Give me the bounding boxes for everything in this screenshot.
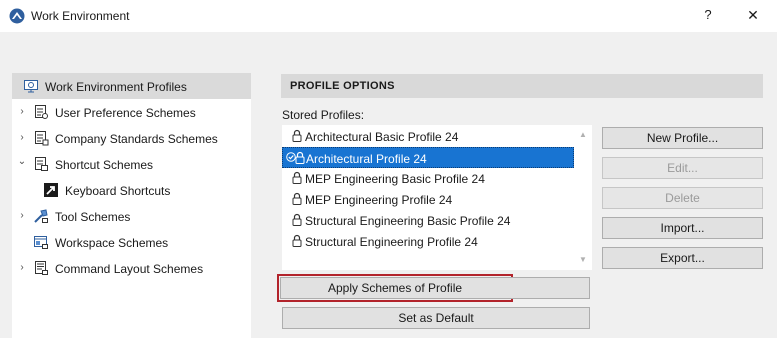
profile-name: Architectural Profile 24: [306, 152, 427, 166]
stored-profiles-label: Stored Profiles:: [282, 108, 365, 122]
chevron-right-icon[interactable]: ›: [17, 262, 27, 274]
profile-item[interactable]: Architectural Basic Profile 24: [282, 126, 574, 147]
tree-item-tool-schemes[interactable]: › Tool Schemes: [12, 203, 251, 229]
workspace-schemes-icon: [34, 236, 48, 249]
tree-item-label: Keyboard Shortcuts: [65, 184, 171, 198]
close-button[interactable]: ✕: [745, 7, 761, 24]
profile-item[interactable]: Structural Engineering Profile 24: [282, 231, 574, 252]
apply-schemes-button-extension: [507, 277, 590, 299]
tree-item-label: Tool Schemes: [55, 210, 131, 224]
chevron-right-icon[interactable]: ›: [17, 210, 27, 222]
tree-item-label: Work Environment Profiles: [45, 80, 187, 94]
section-header: PROFILE OPTIONS: [281, 74, 763, 98]
app-logo-icon: [9, 8, 25, 24]
settings-tree: Work Environment Profiles › User Prefere…: [12, 73, 251, 338]
edit-button[interactable]: Edit...: [602, 157, 763, 179]
company-standards-icon: [35, 131, 49, 146]
tool-schemes-icon: [34, 209, 48, 223]
stored-profiles-list[interactable]: Architectural Basic Profile 24 Architect…: [282, 125, 592, 270]
tree-item-shortcut-schemes[interactable]: ⌄ Shortcut Schemes: [12, 151, 251, 177]
lock-icon: [292, 213, 302, 226]
help-button[interactable]: ?: [700, 7, 716, 22]
scroll-down-arrow-icon[interactable]: ▼: [578, 256, 588, 264]
lock-icon: [292, 234, 302, 247]
tree-item-workspace-schemes[interactable]: Workspace Schemes: [12, 229, 251, 255]
lock-icon: [292, 171, 302, 184]
tree-item-label: Company Standards Schemes: [55, 132, 218, 146]
lock-icon: [292, 192, 302, 205]
import-button[interactable]: Import...: [602, 217, 763, 239]
profiles-icon: [24, 80, 38, 93]
lock-icon: [292, 129, 302, 142]
chevron-right-icon[interactable]: ›: [17, 132, 27, 144]
tree-item-label: Shortcut Schemes: [55, 158, 154, 172]
section-title: PROFILE OPTIONS: [290, 80, 395, 92]
tree-item-label: Workspace Schemes: [55, 236, 169, 250]
tree-item-user-preference-schemes[interactable]: › User Preference Schemes: [12, 99, 251, 125]
chevron-right-icon[interactable]: ›: [17, 106, 27, 118]
profile-name: Structural Engineering Profile 24: [305, 235, 478, 249]
shortcut-schemes-icon: [35, 157, 48, 171]
export-button[interactable]: Export...: [602, 247, 763, 269]
set-as-default-button[interactable]: Set as Default: [282, 307, 590, 329]
delete-button[interactable]: Delete: [602, 187, 763, 209]
new-profile-button[interactable]: New Profile...: [602, 127, 763, 149]
lock-icon: [295, 151, 305, 164]
tree-item-company-standards-schemes[interactable]: › Company Standards Schemes: [12, 125, 251, 151]
tree-item-command-layout-schemes[interactable]: › Command Layout Schemes: [12, 255, 251, 281]
tree-item-label: Command Layout Schemes: [55, 262, 204, 276]
tree-item-keyboard-shortcuts[interactable]: Keyboard Shortcuts: [12, 177, 251, 203]
scroll-up-arrow-icon[interactable]: ▲: [578, 131, 588, 139]
window-title: Work Environment: [31, 9, 130, 23]
apply-schemes-button[interactable]: Apply Schemes of Profile: [277, 274, 513, 302]
tree-item-work-environment-profiles[interactable]: Work Environment Profiles: [12, 73, 251, 99]
profile-name: MEP Engineering Basic Profile 24: [305, 172, 485, 186]
shortcut-arrow-icon: [44, 183, 58, 197]
profile-item-selected[interactable]: Architectural Profile 24: [282, 147, 574, 168]
profile-item[interactable]: MEP Engineering Basic Profile 24: [282, 168, 574, 189]
title-bar: Work Environment ? ✕: [0, 0, 777, 32]
command-layout-icon: [35, 261, 48, 275]
profile-item[interactable]: Structural Engineering Basic Profile 24: [282, 210, 574, 231]
profile-name: Architectural Basic Profile 24: [305, 130, 459, 144]
profile-name: Structural Engineering Basic Profile 24: [305, 214, 511, 228]
profile-name: MEP Engineering Profile 24: [305, 193, 453, 207]
profile-item[interactable]: MEP Engineering Profile 24: [282, 189, 574, 210]
chevron-down-icon[interactable]: ⌄: [17, 156, 27, 168]
user-preference-icon: [35, 105, 48, 119]
tree-item-label: User Preference Schemes: [55, 106, 196, 120]
